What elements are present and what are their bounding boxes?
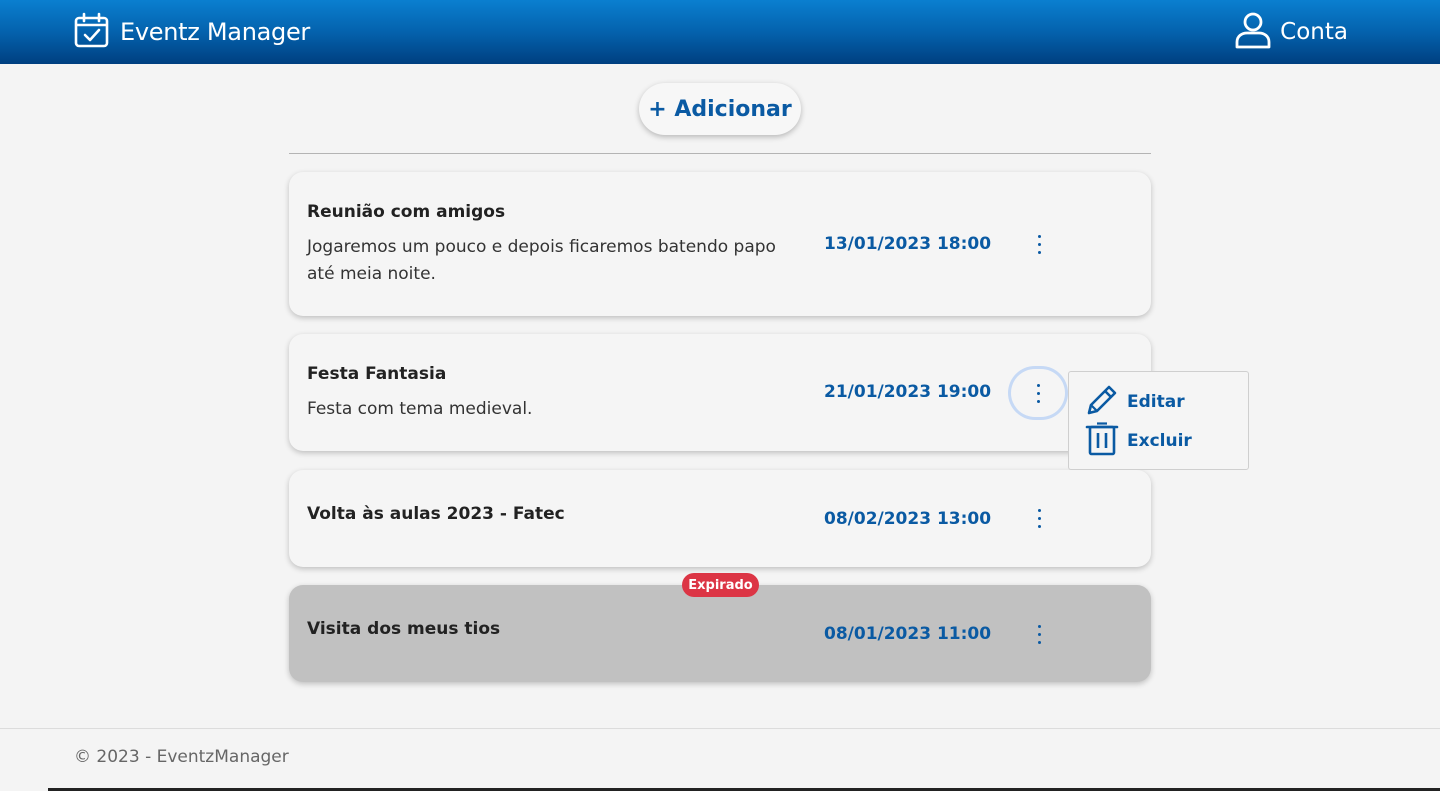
account-menu[interactable]: Conta xyxy=(1234,11,1348,53)
delete-label: Excluir xyxy=(1127,431,1192,451)
add-event-button[interactable]: + Adicionar xyxy=(639,83,801,135)
expired-badge: Expirado xyxy=(682,573,759,597)
calendar-check-icon xyxy=(74,12,110,52)
event-options-button[interactable] xyxy=(1011,219,1067,269)
app-name: Eventz Manager xyxy=(120,18,310,46)
event-title: Visita dos meus tios xyxy=(307,619,501,639)
event-description: Jogaremos um pouco e depois ficaremos ba… xyxy=(307,237,776,284)
kebab-menu-icon xyxy=(1036,383,1040,403)
event-options-button[interactable] xyxy=(1011,369,1065,417)
event-title: Volta às aulas 2023 - Fatec xyxy=(307,504,565,524)
footer-divider xyxy=(0,728,1440,729)
top-navbar: Eventz Manager Conta xyxy=(0,0,1440,64)
delete-menu-item[interactable]: Excluir xyxy=(1085,421,1192,461)
trash-icon xyxy=(1085,421,1119,461)
event-title: Reunião com amigos xyxy=(307,202,506,222)
event-options-dropdown: Editar Excluir xyxy=(1068,371,1249,470)
footer-copyright: © 2023 - EventzManager xyxy=(74,747,289,767)
event-card-expired: Visita dos meus tios 08/01/2023 11:00 xyxy=(289,585,1151,682)
event-card: Reunião com amigos Jogaremos um pouco e … xyxy=(289,172,1151,316)
event-options-button[interactable] xyxy=(1011,493,1067,543)
event-datetime: 13/01/2023 18:00 xyxy=(824,234,992,254)
event-title: Festa Fantasia xyxy=(307,364,447,384)
event-datetime: 08/02/2023 13:00 xyxy=(824,509,992,529)
kebab-menu-icon xyxy=(1037,624,1041,644)
edit-label: Editar xyxy=(1127,392,1185,412)
event-card: Volta às aulas 2023 - Fatec 08/02/2023 1… xyxy=(289,470,1151,567)
event-description: Festa com tema medieval. xyxy=(307,399,533,419)
kebab-menu-icon xyxy=(1037,508,1041,528)
pencil-icon xyxy=(1085,383,1119,422)
account-label: Conta xyxy=(1280,19,1348,45)
event-options-button[interactable] xyxy=(1011,609,1067,659)
event-card: Festa Fantasia Festa com tema medieval. … xyxy=(289,334,1151,451)
divider xyxy=(289,153,1151,154)
kebab-menu-icon xyxy=(1037,234,1041,254)
user-icon xyxy=(1234,11,1272,53)
event-datetime: 21/01/2023 19:00 xyxy=(824,382,992,402)
event-datetime: 08/01/2023 11:00 xyxy=(824,624,992,644)
brand-link[interactable]: Eventz Manager xyxy=(74,12,310,52)
edit-menu-item[interactable]: Editar xyxy=(1085,384,1185,420)
